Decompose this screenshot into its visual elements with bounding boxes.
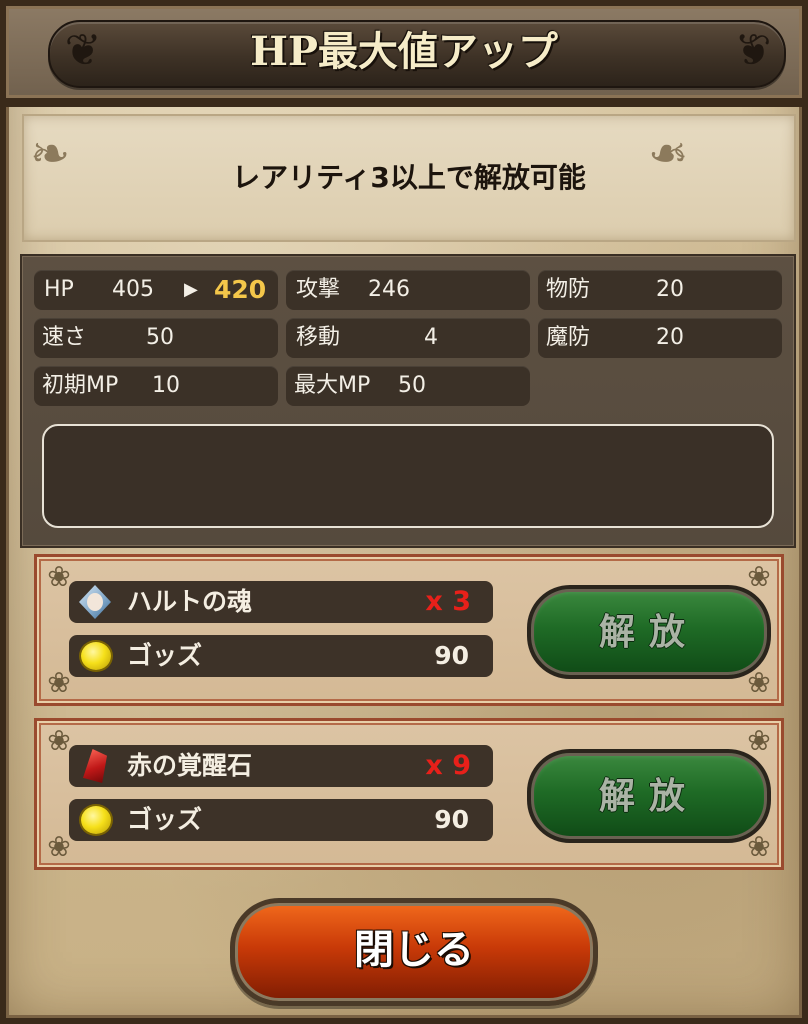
stat-hp-current: 405 bbox=[112, 277, 154, 302]
stat-move: 移動 4 bbox=[286, 318, 530, 358]
stat-label: 物防 bbox=[546, 277, 591, 302]
gold-coin-icon bbox=[81, 806, 111, 834]
arrow-right-icon: ▶ bbox=[184, 279, 198, 300]
stat-label: 魔防 bbox=[546, 325, 591, 350]
release-button[interactable]: 解放 bbox=[527, 585, 771, 679]
stat-value: 246 bbox=[368, 277, 410, 302]
item-quantity: x 9 bbox=[425, 750, 471, 781]
cost-row: ゴッズ 90 bbox=[69, 799, 493, 841]
close-button-label: 閉じる bbox=[354, 926, 474, 973]
item-quantity: x 3 bbox=[425, 586, 471, 617]
requirement-text: レアリティ3以上で解放可能 bbox=[232, 161, 586, 194]
unlock-option-2: ❀ ❀ ❀ ❀ 赤の覚醒石 x 9 ゴッズ 90 解放 bbox=[34, 718, 784, 870]
item-name: 赤の覚醒石 bbox=[127, 751, 253, 780]
page-title: HP最大値アップ bbox=[250, 28, 558, 75]
cost-row: ゴッズ 90 bbox=[69, 635, 493, 677]
stat-hp-new: 420 bbox=[214, 275, 267, 304]
description-box bbox=[42, 424, 774, 528]
stat-label: 速さ bbox=[42, 325, 87, 350]
stat-value: 50 bbox=[146, 325, 174, 350]
stat-phys-def: 物防 20 bbox=[538, 270, 782, 310]
cost-name: ゴッズ bbox=[127, 641, 203, 670]
stat-label: 移動 bbox=[296, 325, 341, 350]
stat-value: 20 bbox=[656, 325, 684, 350]
release-button[interactable]: 解放 bbox=[527, 749, 771, 843]
required-item-row: 赤の覚醒石 x 9 bbox=[69, 745, 493, 787]
stat-mag-def: 魔防 20 bbox=[538, 318, 782, 358]
release-button-label: 解放 bbox=[598, 611, 699, 653]
stat-value: 20 bbox=[656, 277, 684, 302]
stat-hp: HP 405 ▶ 420 bbox=[34, 270, 278, 310]
gold-coin-icon bbox=[81, 642, 111, 670]
stat-attack: 攻撃 246 bbox=[286, 270, 530, 310]
stat-label: HP bbox=[44, 277, 74, 302]
soul-face-icon bbox=[87, 593, 103, 611]
cost-value: 90 bbox=[434, 641, 469, 670]
cost-value: 90 bbox=[434, 805, 469, 834]
red-stone-icon bbox=[83, 749, 107, 783]
stat-label: 初期MP bbox=[42, 373, 119, 398]
stat-value: 4 bbox=[424, 325, 438, 350]
stat-value: 10 bbox=[152, 373, 180, 398]
cost-name: ゴッズ bbox=[127, 805, 203, 834]
stat-speed: 速さ 50 bbox=[34, 318, 278, 358]
required-item-row: ハルトの魂 x 3 bbox=[69, 581, 493, 623]
close-button[interactable]: 閉じる bbox=[230, 898, 598, 1006]
requirement-banner: ❧ ❧ レアリティ3以上で解放可能 bbox=[22, 114, 796, 242]
stat-value: 50 bbox=[398, 373, 426, 398]
unlock-option-1: ❀ ❀ ❀ ❀ ハルトの魂 x 3 ゴッズ 90 解放 bbox=[34, 554, 784, 706]
stat-init-mp: 初期MP 10 bbox=[34, 366, 278, 406]
stat-label: 攻撃 bbox=[296, 277, 341, 302]
release-button-label: 解放 bbox=[598, 775, 699, 817]
stat-label: 最大MP bbox=[294, 373, 371, 398]
item-name: ハルトの魂 bbox=[127, 587, 253, 616]
stat-max-mp: 最大MP 50 bbox=[286, 366, 530, 406]
stats-panel: HP 405 ▶ 420 攻撃 246 物防 20 速さ 50 移動 4 魔防 … bbox=[20, 254, 796, 548]
